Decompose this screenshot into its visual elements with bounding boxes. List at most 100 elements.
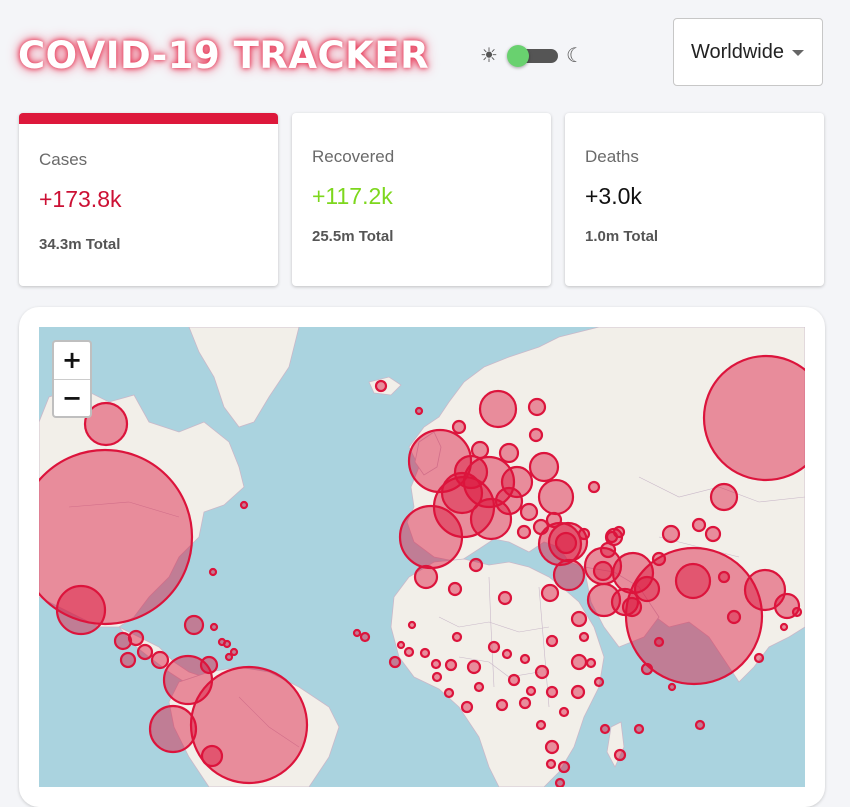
case-bubble[interactable]: [447, 581, 463, 597]
case-bubble[interactable]: [374, 379, 388, 393]
case-bubble[interactable]: [518, 696, 532, 710]
case-bubble[interactable]: [534, 664, 550, 680]
case-bubble[interactable]: [507, 673, 521, 687]
case-bubble[interactable]: [398, 504, 464, 570]
case-bubble[interactable]: [528, 451, 560, 483]
case-bubble[interactable]: [570, 653, 588, 671]
case-bubble[interactable]: [352, 628, 362, 638]
case-bubble[interactable]: [599, 541, 617, 559]
case-bubble[interactable]: [494, 486, 524, 516]
case-bubble[interactable]: [516, 524, 532, 540]
case-bubble[interactable]: [554, 777, 566, 787]
case-bubble[interactable]: [779, 622, 789, 632]
case-bubble[interactable]: [525, 685, 537, 697]
case-bubble[interactable]: [651, 551, 667, 567]
case-bubble[interactable]: [414, 406, 424, 416]
case-bubble[interactable]: [470, 440, 490, 460]
case-bubble[interactable]: [119, 651, 137, 669]
case-bubble[interactable]: [592, 560, 614, 582]
case-bubble[interactable]: [468, 557, 484, 573]
case-bubble[interactable]: [554, 531, 578, 555]
case-bubble[interactable]: [444, 658, 458, 672]
case-bubble[interactable]: [570, 610, 588, 628]
switch-thumb[interactable]: [507, 45, 529, 67]
country-select[interactable]: Worldwide: [673, 18, 823, 86]
case-bubble[interactable]: [633, 723, 645, 735]
case-bubble[interactable]: [451, 631, 463, 643]
case-bubble[interactable]: [640, 662, 654, 676]
cases-card[interactable]: Cases +173.8k 34.3m Total: [19, 113, 278, 286]
case-bubble[interactable]: [545, 634, 559, 648]
case-bubble[interactable]: [199, 655, 219, 675]
case-bubble[interactable]: [224, 652, 234, 662]
case-bubble[interactable]: [419, 647, 431, 659]
case-bubble[interactable]: [396, 640, 406, 650]
case-bubble[interactable]: [726, 609, 742, 625]
case-bubble[interactable]: [545, 758, 557, 770]
case-bubble[interactable]: [466, 659, 482, 675]
case-bubble[interactable]: [501, 648, 513, 660]
case-bubble[interactable]: [709, 482, 739, 512]
case-bubble[interactable]: [217, 637, 227, 647]
case-bubble[interactable]: [229, 647, 239, 657]
case-bubble[interactable]: [359, 631, 371, 643]
case-bubble[interactable]: [570, 684, 586, 700]
recovered-card[interactable]: Recovered +117.2k 25.5m Total: [292, 113, 551, 286]
case-bubble[interactable]: [498, 442, 520, 464]
case-bubble[interactable]: [694, 719, 706, 731]
case-bubble[interactable]: [460, 700, 474, 714]
case-bubble[interactable]: [150, 650, 170, 670]
case-bubble[interactable]: [519, 502, 539, 522]
case-bubble[interactable]: [593, 676, 605, 688]
case-bubble[interactable]: [535, 719, 547, 731]
case-bubble[interactable]: [388, 655, 402, 669]
case-bubble[interactable]: [717, 570, 731, 584]
case-bubble[interactable]: [431, 671, 443, 683]
world-map[interactable]: [39, 327, 805, 787]
case-bubble[interactable]: [540, 583, 560, 603]
case-bubble[interactable]: [545, 685, 559, 699]
case-bubble[interactable]: [557, 760, 571, 774]
case-bubble[interactable]: [599, 723, 611, 735]
case-bubble[interactable]: [537, 478, 575, 516]
case-bubble[interactable]: [478, 389, 518, 429]
case-bubble[interactable]: [239, 500, 249, 510]
case-bubble[interactable]: [407, 620, 417, 630]
case-bubble[interactable]: [200, 744, 224, 768]
case-bubble[interactable]: [208, 567, 218, 577]
case-bubble[interactable]: [674, 562, 712, 600]
case-bubble[interactable]: [403, 646, 415, 658]
case-bubble[interactable]: [621, 596, 643, 618]
case-bubble[interactable]: [661, 524, 681, 544]
case-bubble[interactable]: [127, 629, 145, 647]
case-bubble[interactable]: [545, 511, 563, 529]
case-bubble[interactable]: [497, 590, 513, 606]
case-bubble[interactable]: [136, 643, 154, 661]
case-bubble[interactable]: [585, 657, 597, 669]
map-canvas[interactable]: [39, 327, 805, 787]
case-bubble[interactable]: [413, 564, 439, 590]
case-bubble[interactable]: [148, 704, 198, 754]
case-bubble[interactable]: [578, 631, 590, 643]
case-bubble[interactable]: [544, 739, 560, 755]
case-bubble[interactable]: [430, 658, 442, 670]
deaths-card[interactable]: Deaths +3.0k 1.0m Total: [565, 113, 824, 286]
case-bubble[interactable]: [183, 614, 205, 636]
case-bubble[interactable]: [667, 682, 677, 692]
zoom-out-button[interactable]: −: [54, 380, 90, 417]
case-bubble[interactable]: [691, 517, 707, 533]
case-bubble[interactable]: [633, 575, 661, 603]
case-bubble[interactable]: [612, 525, 626, 539]
case-bubble[interactable]: [451, 419, 467, 435]
case-bubble[interactable]: [473, 681, 485, 693]
case-bubble[interactable]: [613, 748, 627, 762]
case-bubble[interactable]: [577, 527, 591, 541]
case-bubble[interactable]: [552, 558, 586, 592]
case-bubble[interactable]: [55, 584, 107, 636]
case-bubble[interactable]: [704, 525, 722, 543]
case-bubble[interactable]: [558, 706, 570, 718]
case-bubble[interactable]: [209, 622, 219, 632]
case-bubble[interactable]: [791, 606, 803, 618]
case-bubble[interactable]: [753, 652, 765, 664]
case-bubble[interactable]: [587, 480, 601, 494]
